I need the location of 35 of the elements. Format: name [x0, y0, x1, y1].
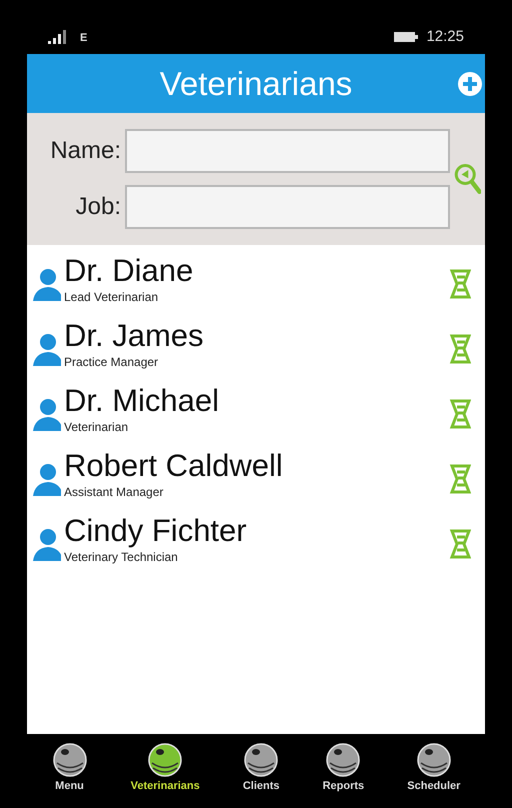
vet-name[interactable]: Dr. Michael — [64, 383, 449, 419]
vet-job: Assistant Manager — [64, 484, 164, 500]
vet-name[interactable]: Dr. James — [64, 318, 449, 354]
person-icon — [31, 397, 61, 431]
nav-tab[interactable]: Menu — [52, 742, 88, 808]
nav-tab[interactable]: Veterinarians — [130, 742, 200, 808]
nav-tab[interactable]: Scheduler — [407, 742, 460, 808]
ball-icon — [147, 742, 184, 778]
vet-name[interactable]: Cindy Fichter — [64, 513, 449, 549]
add-icon[interactable] — [458, 72, 482, 96]
network-type: E — [80, 33, 88, 44]
input-field[interactable] — [125, 129, 450, 173]
field-label: Job: — [74, 192, 122, 222]
person-icon — [31, 267, 61, 301]
vet-job: Veterinary Technician — [64, 549, 179, 565]
page-title: Veterinarians — [160, 64, 352, 104]
signal-icon — [48, 30, 68, 44]
vet-name[interactable]: Dr. Diane — [64, 253, 449, 289]
person-icon — [31, 332, 61, 366]
ball-icon — [416, 742, 452, 778]
ball-icon — [243, 742, 280, 778]
nav-tab[interactable]: Clients — [242, 742, 280, 808]
person-icon — [31, 462, 61, 496]
input-field[interactable] — [125, 185, 450, 229]
ball-icon — [325, 742, 362, 778]
clock: 12:25 — [426, 29, 464, 44]
battery-icon — [394, 32, 418, 42]
vet-name[interactable]: Robert Caldwell — [64, 448, 449, 484]
vet-job: Practice Manager — [64, 354, 160, 370]
nav-tab[interactable]: Reports — [322, 742, 364, 808]
vet-job: Veterinarian — [64, 419, 130, 435]
vet-job: Lead Veterinarian — [64, 289, 160, 305]
person-icon — [31, 527, 61, 561]
field-label: Name: — [49, 136, 122, 166]
ball-icon — [52, 742, 88, 778]
